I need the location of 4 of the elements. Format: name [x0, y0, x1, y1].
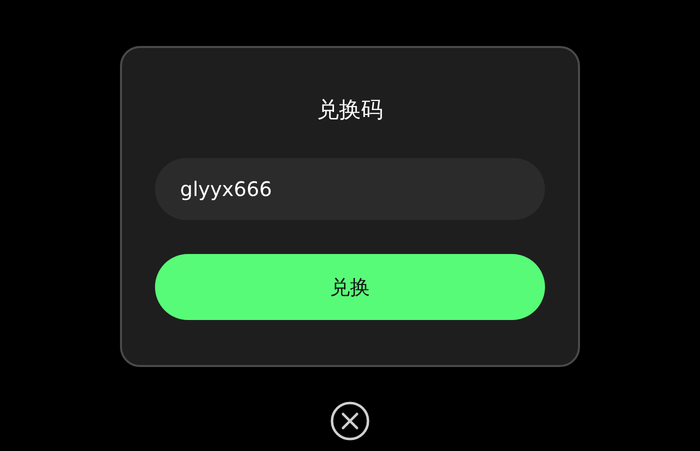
dialog-title: 兑换码 — [317, 97, 383, 125]
redeem-button[interactable]: 兑换 — [155, 254, 545, 320]
close-icon[interactable] — [330, 401, 370, 441]
code-input-field[interactable]: glyyx666 — [155, 158, 545, 220]
